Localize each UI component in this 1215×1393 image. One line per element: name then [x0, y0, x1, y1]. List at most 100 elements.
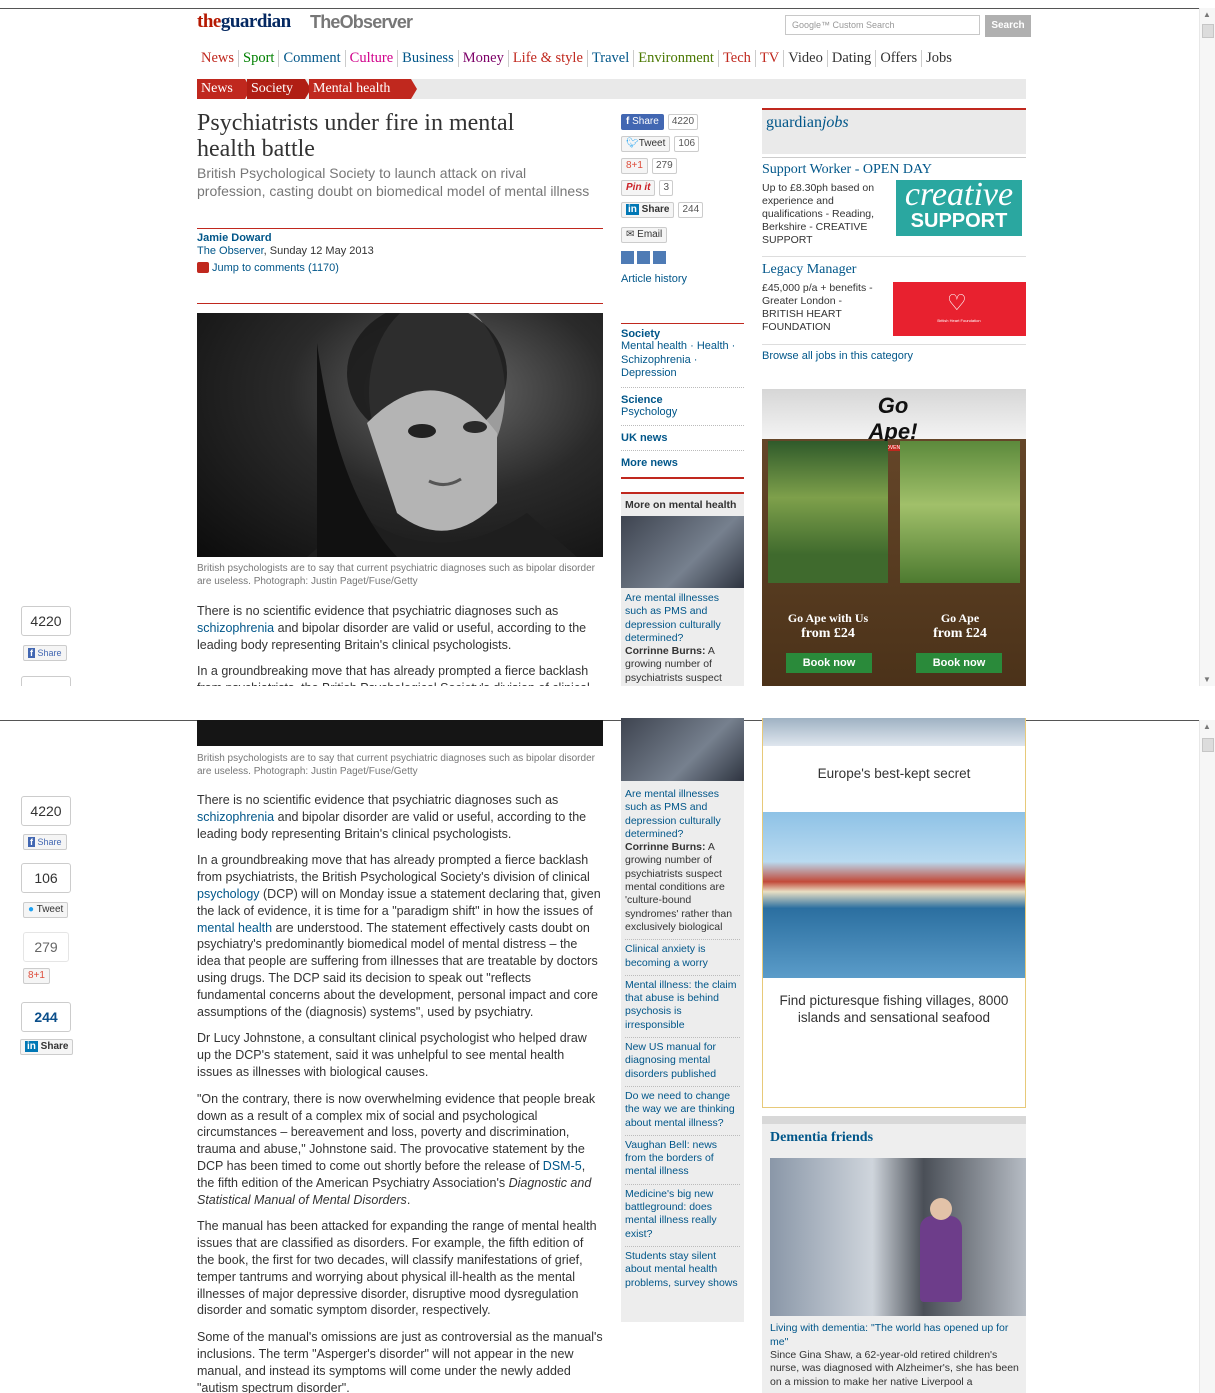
nav-news[interactable]: News: [197, 50, 238, 67]
more-on-box: More on mental health Are mental illness…: [621, 492, 744, 686]
guardian-jobs-logo[interactable]: guardianjobs: [766, 114, 849, 132]
tag-group: UK news: [621, 432, 744, 451]
paragraph: The manual has been attacked for expandi…: [197, 1219, 597, 1318]
nav-business[interactable]: Business: [397, 50, 458, 67]
facebook-icon[interactable]: f Share: [621, 114, 664, 130]
dementia-article-link[interactable]: Living with dementia: "The world has ope…: [770, 1322, 1020, 1349]
more-on-link[interactable]: Mental illness: the claim that abuse is …: [625, 974, 740, 1037]
float-twitter-count: 106: [21, 863, 71, 893]
scrollbar[interactable]: ▲ ▼: [1199, 8, 1215, 686]
googleplus-share[interactable]: 8+1 279: [621, 158, 744, 174]
float-linkedin-count: 244: [21, 1002, 71, 1032]
share-icon[interactable]: [637, 251, 650, 264]
email-button[interactable]: ✉ Email: [621, 227, 668, 243]
more-on-link[interactable]: Are mental illnesses such as PMS and dep…: [621, 588, 744, 686]
nav-money[interactable]: Money: [457, 50, 508, 67]
dementia-photo[interactable]: [770, 1158, 1026, 1316]
linkedin-share[interactable]: in Share 244: [621, 202, 744, 218]
british-heart-foundation-logo[interactable]: ♡ British Heart Foundation: [893, 282, 1026, 336]
advert-top-image: [763, 718, 1025, 746]
schizophrenia-link[interactable]: schizophrenia: [197, 621, 274, 635]
nav-comment[interactable]: Comment: [278, 50, 344, 67]
nav-dating[interactable]: Dating: [826, 50, 875, 67]
more-on-link[interactable]: Vaughan Bell: news from the borders of m…: [625, 1134, 740, 1184]
breadcrumb-society[interactable]: Society: [247, 79, 311, 99]
more-on-link[interactable]: Do we need to change the way we are thin…: [625, 1085, 740, 1135]
more-on-link[interactable]: Medicine's big new battleground: does me…: [625, 1183, 740, 1246]
viewport-bottom: British psychologists are to say that cu…: [0, 718, 1215, 1393]
more-on-link[interactable]: Clinical anxiety is becoming a worry: [625, 939, 740, 975]
search-button[interactable]: Search: [985, 15, 1031, 37]
more-on-link[interactable]: Students stay silent about mental health…: [625, 1245, 740, 1295]
breadcrumb-news[interactable]: News: [197, 79, 251, 99]
article-standfirst: British Psychological Society to launch …: [197, 165, 590, 199]
guardian-logo[interactable]: theguardian: [197, 11, 291, 33]
mental-health-link[interactable]: mental health: [197, 921, 272, 935]
facebook-share[interactable]: f Share 4220: [621, 114, 744, 130]
nav-offers[interactable]: Offers: [875, 50, 921, 67]
divider: [762, 344, 1026, 345]
scroll-up-arrow[interactable]: ▲: [1203, 722, 1211, 731]
creative-support-logo[interactable]: creative SUPPORT: [896, 178, 1022, 236]
pinterest-share[interactable]: Pin it 3: [621, 180, 744, 196]
float-facebook-count: 4220: [21, 796, 71, 826]
source-link[interactable]: The Observer: [197, 245, 264, 257]
linkedin-icon[interactable]: in Share: [621, 202, 675, 218]
dsm5-link[interactable]: DSM-5: [543, 1159, 582, 1173]
job-title-legacy-manager[interactable]: Legacy Manager: [762, 262, 856, 278]
googleplus-count: 279: [651, 158, 677, 174]
pinterest-count: 3: [659, 180, 674, 196]
article-history-link[interactable]: Article history: [621, 273, 744, 287]
breadcrumb-mental-health[interactable]: Mental health: [309, 79, 417, 99]
europe-advert[interactable]: Europe's best-kept secret Find picturesq…: [762, 718, 1026, 1108]
nav-environment[interactable]: Environment: [633, 50, 718, 67]
facebook-count: 4220: [667, 114, 699, 130]
more-on-thumbnail: [621, 718, 744, 781]
tag-heading[interactable]: More news: [621, 457, 744, 469]
tag-links[interactable]: Psychology: [621, 406, 744, 420]
more-on-link[interactable]: Are mental illnesses such as PMS and dep…: [625, 785, 740, 939]
nav-video[interactable]: Video: [783, 50, 827, 67]
author-link[interactable]: Jamie Doward: [197, 232, 272, 244]
search-input[interactable]: Google™ Custom Search: [785, 15, 980, 35]
float-linkedin-share[interactable]: in Share: [20, 1039, 74, 1055]
tag-heading[interactable]: Science: [621, 394, 744, 406]
scroll-thumb[interactable]: [1202, 24, 1214, 38]
nav-travel[interactable]: Travel: [586, 50, 633, 67]
tag-heading[interactable]: Society: [621, 328, 744, 340]
nav-tv[interactable]: TV: [754, 50, 783, 67]
nav-culture[interactable]: Culture: [344, 50, 398, 67]
browse-jobs-link[interactable]: Browse all jobs in this category: [762, 350, 913, 364]
psychology-link[interactable]: psychology: [197, 887, 260, 901]
scroll-thumb[interactable]: [1202, 738, 1214, 752]
nav-life-style[interactable]: Life & style: [507, 50, 587, 67]
observer-logo[interactable]: TheObserver: [310, 12, 413, 33]
float-twitter-share[interactable]: ● Tweet: [23, 902, 69, 918]
book-now-button-left[interactable]: Book now: [786, 653, 872, 673]
float-facebook-share[interactable]: f Share: [23, 834, 67, 850]
print-icon[interactable]: [621, 251, 634, 264]
nav-jobs[interactable]: Jobs: [921, 50, 956, 67]
nav-tech[interactable]: Tech: [717, 50, 755, 67]
float-facebook-share[interactable]: f Share: [23, 645, 67, 661]
tag-heading[interactable]: UK news: [621, 432, 744, 444]
dementia-title[interactable]: Dementia friends: [770, 1130, 873, 1146]
scroll-up-arrow[interactable]: ▲: [1203, 10, 1211, 19]
nav-sport[interactable]: Sport: [238, 50, 278, 67]
pinterest-icon[interactable]: Pin it: [621, 180, 656, 196]
bookmark-icon[interactable]: [653, 251, 666, 264]
float-googleplus-share[interactable]: 8+1: [23, 968, 50, 984]
more-on-link[interactable]: New US manual for diagnosing mental diso…: [625, 1037, 740, 1086]
jump-to-comments[interactable]: Jump to comments (1170): [197, 262, 339, 274]
schizophrenia-link[interactable]: schizophrenia: [197, 810, 274, 824]
go-ape-advert[interactable]: ▷ Go Ape! LIVE LIFE ADVENTUROUSLY Go Ape…: [762, 389, 1026, 686]
tag-links[interactable]: Mental health · Health · Schizophrenia ·…: [621, 340, 744, 381]
scrollbar[interactable]: ▲: [1199, 720, 1215, 1393]
email-share[interactable]: ✉ Email: [621, 227, 744, 243]
comments-link[interactable]: Jump to comments (1170): [212, 262, 339, 274]
twitter-share[interactable]: 🐦︎Tweet 106: [621, 136, 744, 152]
twitter-icon[interactable]: 🐦︎Tweet: [621, 136, 671, 152]
googleplus-icon[interactable]: 8+1: [621, 158, 648, 174]
scroll-down-arrow[interactable]: ▼: [1203, 675, 1211, 684]
book-now-button-right[interactable]: Book now: [916, 653, 1002, 673]
